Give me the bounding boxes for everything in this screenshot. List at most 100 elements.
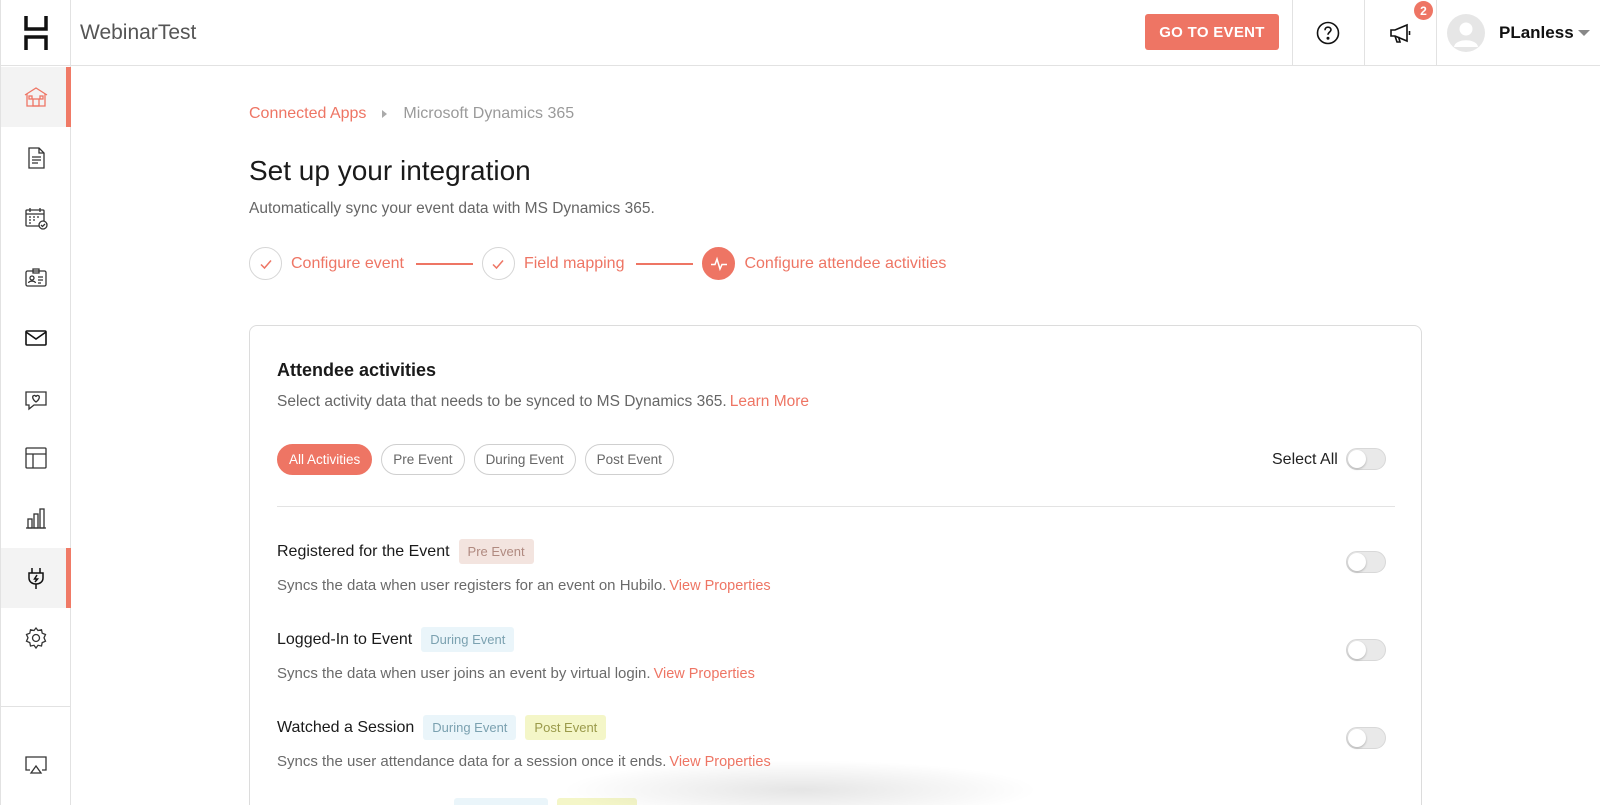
tag-during-event: During Event [421, 627, 515, 652]
notification-badge: 2 [1414, 1, 1433, 20]
step-label: Configure event [291, 254, 404, 272]
breadcrumb-current: Microsoft Dynamics 365 [403, 105, 575, 122]
activity-description: Syncs the user attendance data for a ses… [277, 753, 771, 770]
avatar[interactable] [1447, 14, 1485, 52]
view-properties-link[interactable]: View Properties [654, 666, 755, 682]
activity-title: Watched a Session [277, 718, 415, 736]
top-header: WebinarTest GO TO EVENT 2 PLanless [71, 0, 1600, 66]
mail-icon [25, 330, 47, 346]
sidebar-item-people[interactable] [1, 248, 71, 308]
sidebar-divider [1, 706, 71, 707]
step-field-mapping[interactable]: Field mapping [481, 247, 625, 280]
step-circle [249, 247, 282, 280]
filter-during-event[interactable]: During Event [473, 444, 576, 475]
activity-filters: All Activities Pre Event During Event Po… [277, 444, 683, 475]
sidebar [0, 0, 71, 805]
select-all-toggle[interactable] [1346, 448, 1386, 470]
id-card-icon [25, 268, 47, 287]
sidebar-item-preview[interactable] [1, 735, 71, 795]
announcements-button[interactable] [1386, 18, 1416, 48]
sidebar-item-documents[interactable] [1, 128, 71, 188]
step-connector [415, 262, 473, 265]
learn-more-link[interactable]: Learn More [730, 393, 809, 410]
sidebar-item-analytics[interactable] [1, 488, 71, 548]
bar-chart-icon [26, 508, 46, 529]
hubilo-logo-icon [23, 15, 48, 50]
step-connector [636, 262, 694, 265]
activity-description-text: Syncs the user attendance data for a ses… [277, 753, 667, 770]
activity-description: Syncs the data when user registers for a… [277, 577, 771, 594]
sidebar-item-design[interactable] [1, 428, 71, 488]
activity-title-row: Watched a Session During Event Post Even… [277, 715, 607, 740]
card-divider [277, 506, 1395, 507]
tag-post-event: Post Event [525, 715, 607, 740]
activity-toggle[interactable] [1346, 639, 1386, 661]
sidebar-item-integrations[interactable] [1, 548, 71, 608]
partial-activity-tags [454, 798, 646, 805]
megaphone-icon [1390, 23, 1411, 43]
attendee-activities-card: Attendee activities Select activity data… [249, 325, 1422, 805]
step-circle [702, 247, 736, 280]
user-name[interactable]: PLanless [1499, 23, 1574, 43]
step-configure-event[interactable]: Configure event [249, 247, 404, 280]
gear-icon [25, 626, 47, 650]
activity-row-logged-in: Logged-In to Event During Event Syncs th… [277, 617, 1395, 697]
filter-all-activities[interactable]: All Activities [277, 444, 373, 475]
card-description: Select activity data that needs to be sy… [277, 393, 809, 411]
activity-row-registered: Registered for the Event Pre Event Syncs… [277, 529, 1395, 609]
header-divider [1436, 0, 1437, 66]
page-title: Set up your integration [249, 155, 531, 186]
sidebar-item-schedule[interactable] [1, 188, 71, 248]
check-icon [492, 259, 505, 269]
go-to-event-button[interactable]: GO TO EVENT [1145, 14, 1279, 50]
logo[interactable] [1, 0, 70, 66]
step-label: Configure attendee activities [744, 254, 947, 272]
help-button[interactable] [1313, 18, 1343, 48]
chat-heart-icon [25, 391, 47, 411]
chevron-right-icon [382, 110, 388, 118]
step-configure-attendee-activities[interactable]: Configure attendee activities [702, 247, 946, 280]
view-properties-link[interactable]: View Properties [669, 578, 770, 594]
activity-description-text: Syncs the data when user registers for a… [277, 577, 667, 594]
chevron-down-icon[interactable] [1578, 30, 1590, 36]
activity-title-row: Logged-In to Event During Event [277, 627, 515, 652]
check-icon [259, 259, 272, 269]
sidebar-item-settings[interactable] [1, 608, 71, 668]
partial-tag-post [557, 798, 637, 805]
activity-pulse-icon [710, 256, 727, 271]
header-divider [1364, 0, 1365, 66]
document-icon [28, 147, 45, 169]
help-icon [1316, 21, 1340, 45]
filter-pre-event[interactable]: Pre Event [381, 444, 465, 475]
step-circle [481, 247, 515, 280]
activity-toggle[interactable] [1346, 727, 1386, 749]
cast-icon [25, 756, 47, 774]
tag-pre-event: Pre Event [458, 539, 534, 564]
sidebar-item-engagement[interactable] [1, 370, 71, 430]
calendar-check-icon [25, 208, 48, 230]
activity-title-row: Registered for the Event Pre Event [277, 539, 534, 564]
sidebar-item-email[interactable] [1, 308, 71, 368]
breadcrumb-link-connected-apps[interactable]: Connected Apps [249, 105, 366, 123]
card-description-text: Select activity data that needs to be sy… [277, 393, 727, 410]
view-properties-link[interactable]: View Properties [669, 754, 770, 770]
sidebar-item-home[interactable] [1, 67, 71, 127]
activity-toggle[interactable] [1346, 551, 1386, 573]
breadcrumb: Connected Apps Microsoft Dynamics 365 [249, 105, 574, 123]
select-all-label: Select All [1272, 451, 1338, 468]
activity-title: Logged-In to Event [277, 630, 413, 648]
activity-title: Registered for the Event [277, 542, 450, 560]
card-title: Attendee activities [277, 360, 437, 380]
user-avatar-icon [1454, 22, 1478, 47]
app-title: WebinarTest [80, 21, 197, 44]
activity-description-text: Syncs the data when user joins an event … [277, 665, 651, 682]
plug-icon [28, 568, 44, 589]
layout-icon [25, 447, 47, 469]
activity-row-watched-session: Watched a Session During Event Post Even… [277, 705, 1395, 785]
filter-post-event[interactable]: Post Event [584, 444, 674, 475]
step-label: Field mapping [523, 254, 625, 272]
tag-during-event: During Event [423, 715, 517, 740]
page-subtitle: Automatically sync your event data with … [249, 200, 655, 217]
partial-tag-during [454, 798, 548, 805]
header-divider [1292, 0, 1293, 66]
